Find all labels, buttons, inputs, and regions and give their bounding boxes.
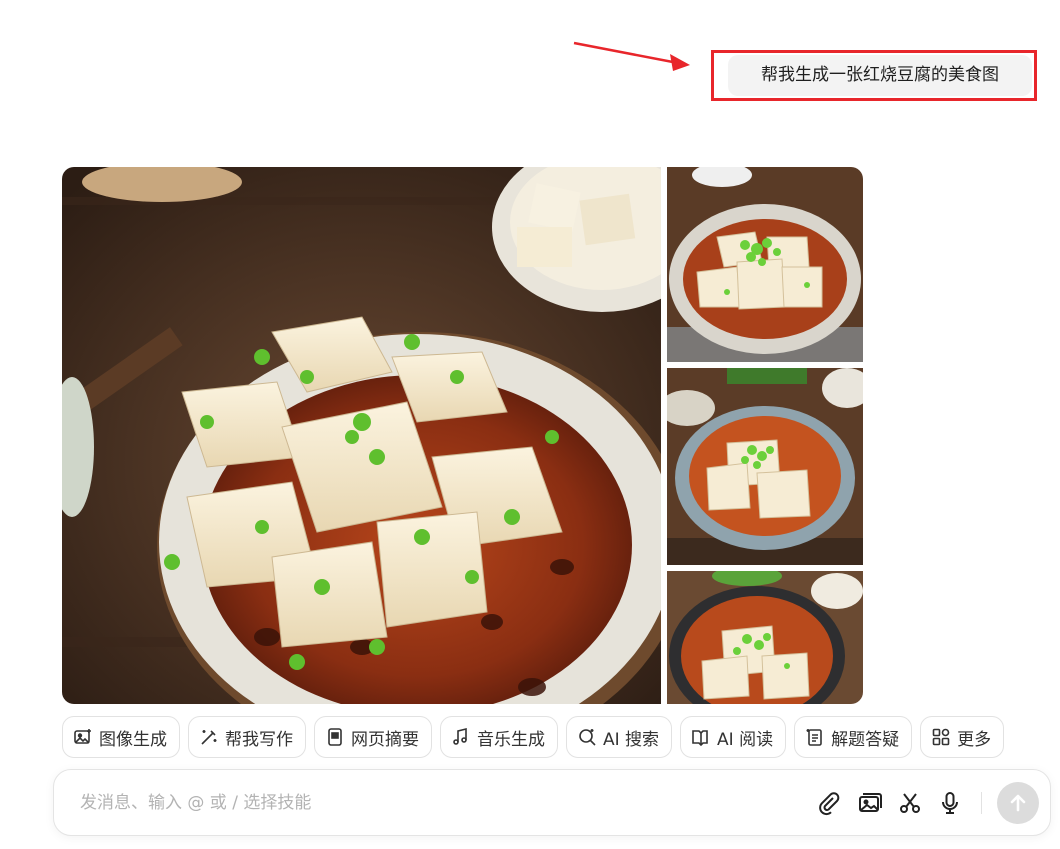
generated-image-variant-2[interactable]: [667, 368, 863, 565]
image-upload-icon: [859, 793, 882, 812]
skill-label: 网页摘要: [351, 729, 419, 750]
scissors-icon: [900, 793, 920, 813]
skill-more[interactable]: 更多: [920, 716, 1005, 758]
skill-webpage-summary[interactable]: 网页摘要: [314, 716, 432, 758]
user-message-bubble: 帮我生成一张红烧豆腐的美食图: [728, 55, 1032, 96]
message-input[interactable]: [80, 788, 680, 818]
skill-label: 帮我写作: [225, 729, 293, 750]
chat-page: 帮我生成一张红烧豆腐的美食图 图像生成 帮我写作 网页摘要 音乐生成 AI 搜索…: [0, 0, 1060, 849]
screenshot-button[interactable]: [897, 790, 923, 816]
music-note-icon: [453, 727, 467, 745]
skill-music-generate[interactable]: 音乐生成: [440, 716, 558, 758]
message-composer: [53, 769, 1051, 836]
ai-read-icon: [692, 730, 708, 747]
generated-image-gallery: [62, 167, 863, 704]
skill-ai-search[interactable]: AI 搜索: [566, 716, 673, 758]
send-button[interactable]: [997, 782, 1039, 824]
skill-label: AI 阅读: [717, 729, 774, 750]
generated-image-variant-3[interactable]: [667, 571, 863, 704]
skill-label: 音乐生成: [477, 729, 545, 750]
skill-shortcuts-bar: 图像生成 帮我写作 网页摘要 音乐生成 AI 搜索 AI 阅读 解题答疑 更多: [62, 716, 1005, 758]
webpage-summary-icon: [328, 728, 342, 746]
skill-ai-read[interactable]: AI 阅读: [680, 716, 787, 758]
skill-image-generate[interactable]: 图像生成: [62, 716, 180, 758]
annotation-arrow-icon: [573, 41, 690, 71]
voice-input-button[interactable]: [937, 790, 963, 816]
skill-label: AI 搜索: [603, 729, 660, 750]
skill-label: 图像生成: [99, 729, 167, 750]
magic-pen-icon: [201, 730, 217, 745]
attach-button[interactable]: [816, 790, 842, 816]
generated-image-variant-1[interactable]: [667, 167, 863, 362]
attachment-icon: [819, 792, 840, 815]
skill-problem-solve[interactable]: 解题答疑: [794, 716, 913, 758]
more-apps-icon: [932, 728, 950, 746]
ai-search-icon: [579, 729, 596, 746]
generated-image-main[interactable]: [62, 167, 661, 704]
image-upload-button[interactable]: [857, 790, 883, 816]
send-arrow-icon: [1010, 794, 1026, 812]
problem-solve-icon: [806, 729, 822, 746]
skill-label: 解题答疑: [831, 729, 900, 750]
skill-writing[interactable]: 帮我写作: [188, 716, 306, 758]
microphone-icon: [942, 792, 958, 814]
image-generate-icon: [74, 729, 91, 744]
skill-label: 更多: [957, 729, 992, 750]
toolbar-divider: [981, 792, 982, 814]
